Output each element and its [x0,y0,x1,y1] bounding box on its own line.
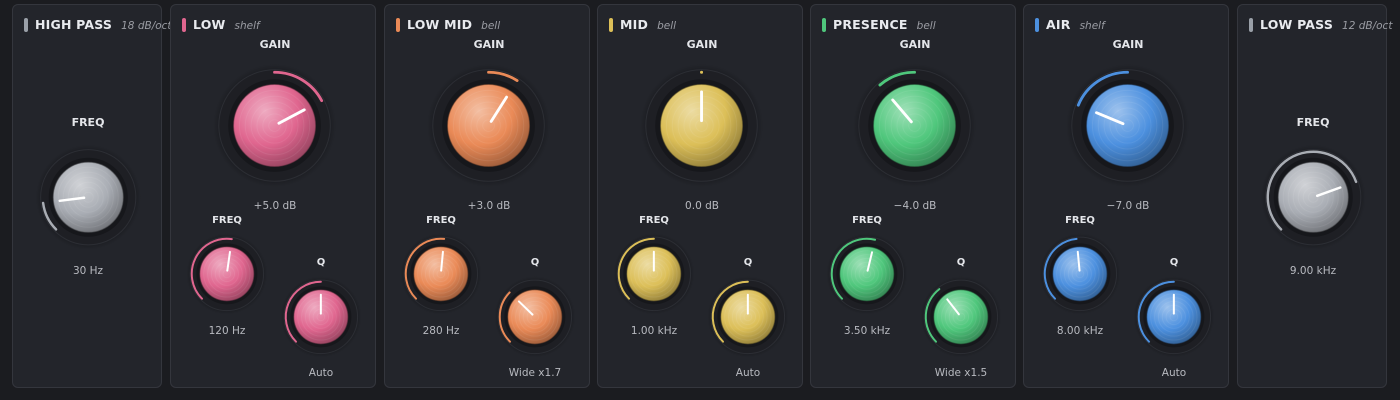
presence-gain-value: −4.0 dB [893,200,937,212]
mid-freq-value: 1.00 kHz [630,325,678,337]
air-freq-value: 8.00 kHz [1056,325,1104,337]
low-mid-gain-label: GAIN [473,38,505,51]
band-header: AIR shelf [1035,17,1105,32]
low-q-knob[interactable] [279,275,363,359]
low-mid-gain-knob[interactable] [425,62,552,189]
band-color-swatch [822,17,826,32]
band-name: AIR [1046,17,1071,32]
presence-gain-knob[interactable] [851,62,978,189]
band-header: LOW PASS 12 dB/oct [1249,17,1392,32]
mid-freq-knob[interactable] [612,232,696,316]
low-q-value: Auto [308,367,334,379]
mid-q-knob[interactable] [706,275,790,359]
air-gain-knob[interactable] [1064,62,1191,189]
air-q-label: Q [1169,257,1179,268]
band-low: LOW shelf GAIN +5.0 dB FREQ 120 Hz Q Auto [170,4,376,388]
low-mid-gain-value: +3.0 dB [467,200,511,212]
band-color-swatch [609,17,613,32]
low-gain-knob[interactable] [211,62,338,189]
band-type: shelf [1079,20,1105,32]
presence-freq-knob[interactable] [825,232,909,316]
band-header: MID bell [609,17,676,32]
low-pass-freq-knob[interactable] [1259,143,1368,252]
low-q-label: Q [316,257,326,268]
mid-gain-label: GAIN [686,38,718,51]
low-freq-label: FREQ [212,215,242,226]
low-mid-q-value: Wide x1.7 [508,367,562,379]
low-mid-freq-knob[interactable] [399,232,483,316]
high-pass-freq-value: 30 Hz [72,265,104,277]
air-gain-label: GAIN [1112,38,1144,51]
air-freq-label: FREQ [1065,215,1095,226]
band-name: HIGH PASS [35,17,113,32]
low-freq-knob[interactable] [185,232,269,316]
air-gain-value: −7.0 dB [1106,200,1150,212]
low-freq-value: 120 Hz [208,325,246,337]
presence-q-knob[interactable] [919,275,1003,359]
mid-q-value: Auto [735,367,761,379]
band-header: PRESENCE bell [822,17,936,32]
low-pass-freq-label: FREQ [1296,116,1330,129]
low-pass-freq-value: 9.00 kHz [1289,265,1337,277]
air-q-value: Auto [1161,367,1187,379]
low-gain-value: +5.0 dB [253,200,297,212]
air-q-knob[interactable] [1132,275,1216,359]
band-color-swatch [1035,17,1039,32]
presence-freq-value: 3.50 kHz [843,325,891,337]
band-header: HIGH PASS 18 dB/oct [24,17,172,32]
band-high-pass: HIGH PASS 18 dB/oct FREQ 30 Hz [12,4,172,388]
high-pass-freq-knob[interactable] [34,143,143,252]
band-color-swatch [24,17,28,32]
band-header: LOW shelf [182,17,260,32]
band-air: AIR shelf GAIN −7.0 dB FREQ 8.00 kHz Q Auto [1023,4,1229,388]
band-low-pass: LOW PASS 12 dB/oct FREQ 9.00 kHz [1237,4,1392,388]
low-mid-q-label: Q [530,257,540,268]
mid-q-label: Q [743,257,753,268]
low-mid-freq-value: 280 Hz [422,325,460,337]
low-gain-label: GAIN [259,38,291,51]
band-color-swatch [396,17,400,32]
band-name: PRESENCE [833,17,908,32]
mid-freq-label: FREQ [639,215,669,226]
presence-q-value: Wide x1.5 [934,367,988,379]
band-type: bell [916,20,936,32]
band-type: shelf [234,20,260,32]
presence-gain-label: GAIN [899,38,931,51]
band-low-mid: LOW MID bell GAIN +3.0 dB FREQ 280 Hz Q Wide x1… [384,4,590,388]
band-name: MID [620,17,649,32]
air-freq-knob[interactable] [1038,232,1122,316]
mid-gain-knob[interactable] [638,62,765,189]
low-mid-freq-label: FREQ [426,215,456,226]
band-type: bell [657,20,677,32]
band-name: LOW PASS [1260,17,1334,32]
band-mid: MID bell GAIN 0.0 dB FREQ 1.00 kHz Q Auto [597,4,803,388]
band-color-swatch [182,17,186,32]
band-type: bell [481,20,501,32]
band-type: 12 dB/oct [1342,20,1393,32]
band-color-swatch [1249,17,1253,32]
band-presence: PRESENCE bell GAIN −4.0 dB FREQ 3.50 kHz Q Wide… [810,4,1016,388]
band-name: LOW MID [407,17,473,32]
band-type: 18 dB/oct [121,20,172,32]
low-mid-q-knob[interactable] [493,275,577,359]
band-header: LOW MID bell [396,17,500,32]
presence-freq-label: FREQ [852,215,882,226]
high-pass-freq-label: FREQ [71,116,105,129]
band-name: LOW [193,17,226,32]
mid-gain-value: 0.0 dB [685,200,719,212]
presence-q-label: Q [956,257,966,268]
